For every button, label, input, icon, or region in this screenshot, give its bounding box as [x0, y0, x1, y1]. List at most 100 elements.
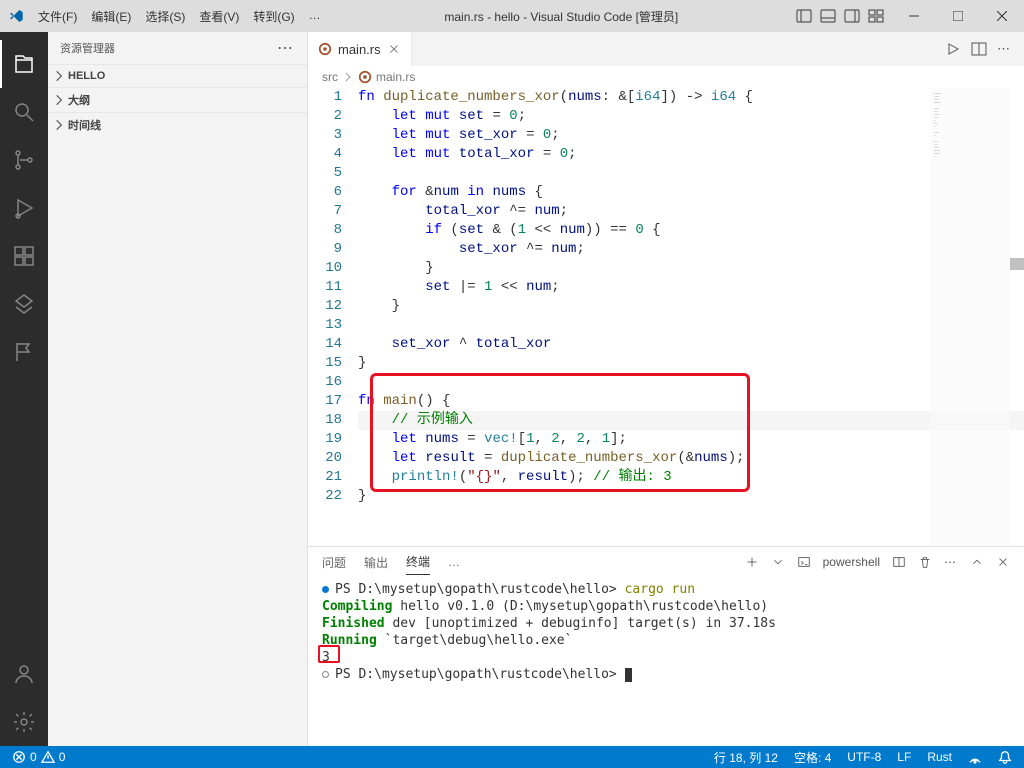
layout-panel-left-icon[interactable] — [796, 8, 812, 24]
menu-bar: 文件(F)编辑(E)选择(S)查看(V)转到(G)… — [32, 4, 327, 29]
activity-account[interactable] — [0, 650, 48, 698]
status-feedback[interactable] — [964, 750, 986, 764]
code-line[interactable] — [358, 373, 1024, 392]
menu-item[interactable]: … — [303, 4, 327, 29]
code-line[interactable]: fn duplicate_numbers_xor(nums: &[i64]) -… — [358, 88, 1024, 107]
sidebar-more-icon[interactable]: ⋯ — [277, 38, 295, 58]
code-line[interactable]: if (set & (1 << num)) == 0 { — [358, 221, 1024, 240]
error-icon — [12, 750, 26, 764]
status-errors[interactable]: 0 0 — [8, 750, 69, 764]
panel-tab[interactable]: 问题 — [322, 550, 346, 575]
main-area: 资源管理器 ⋯ HELLO大纲时间线 main.rs ⋯ src main.rs — [0, 32, 1024, 746]
terminal-shell-label[interactable]: powershell — [823, 555, 880, 569]
code-line[interactable]: } — [358, 487, 1024, 506]
activity-source-control[interactable] — [0, 136, 48, 184]
window-controls — [892, 0, 1024, 32]
terminal-line: PS D:\mysetup\gopath\rustcode\hello> — [322, 666, 1010, 683]
code-line[interactable] — [358, 316, 1024, 335]
terminal-icon[interactable] — [797, 555, 811, 569]
status-language[interactable]: Rust — [923, 750, 956, 764]
split-editor-icon[interactable] — [971, 41, 987, 57]
sidebar-section-header[interactable]: 时间线 — [48, 113, 307, 137]
chevron-up-icon[interactable] — [970, 555, 984, 569]
code-line[interactable]: } — [358, 259, 1024, 278]
menu-item[interactable]: 编辑(E) — [85, 4, 137, 29]
breadcrumb-folder[interactable]: src — [322, 70, 338, 84]
more-icon[interactable]: ⋯ — [997, 41, 1012, 57]
sidebar-section-header[interactable]: HELLO — [48, 65, 307, 87]
code-line[interactable]: println!("{}", result); // 输出: 3 — [358, 468, 1024, 487]
editor-tab-main-rs[interactable]: main.rs — [308, 32, 412, 66]
maximize-button[interactable] — [936, 0, 980, 32]
status-bar: 0 0 行 18, 列 12 空格: 4 UTF-8 LF Rust — [0, 746, 1024, 768]
breadcrumb[interactable]: src main.rs — [308, 66, 1024, 88]
bell-icon — [998, 750, 1012, 764]
code-line[interactable]: fn main() { — [358, 392, 1024, 411]
code-lines[interactable]: fn duplicate_numbers_xor(nums: &[i64]) -… — [358, 88, 1024, 546]
plus-icon[interactable] — [745, 555, 759, 569]
status-warning-count: 0 — [59, 750, 66, 764]
code-line[interactable] — [358, 164, 1024, 183]
activity-remote[interactable] — [0, 280, 48, 328]
close-icon[interactable] — [387, 42, 401, 56]
code-line[interactable]: total_xor ^= num; — [358, 202, 1024, 221]
sidebar-section-header[interactable]: 大纲 — [48, 88, 307, 112]
code-line[interactable]: set_xor ^ total_xor — [358, 335, 1024, 354]
close-button[interactable] — [980, 0, 1024, 32]
status-position[interactable]: 行 18, 列 12 — [710, 749, 782, 766]
code-line[interactable]: let result = duplicate_numbers_xor(&nums… — [358, 449, 1024, 468]
radio-icon — [968, 750, 982, 764]
activity-search[interactable] — [0, 88, 48, 136]
split-icon[interactable] — [892, 555, 906, 569]
breadcrumb-file[interactable]: main.rs — [376, 70, 415, 84]
code-line[interactable]: let mut set = 0; — [358, 107, 1024, 126]
layout-panel-bottom-icon[interactable] — [820, 8, 836, 24]
chevron-right-icon — [52, 93, 66, 107]
run-icon[interactable] — [945, 41, 961, 57]
layout-panel-right-icon[interactable] — [844, 8, 860, 24]
code-line[interactable]: // 示例输入 — [358, 411, 1024, 430]
menu-item[interactable]: 查看(V) — [193, 4, 245, 29]
activity-explorer[interactable] — [0, 40, 48, 88]
code-editor[interactable]: 12345678910111213141516171819202122 fn d… — [308, 88, 1024, 546]
panel-actions: powershell ⋯ — [745, 555, 1010, 569]
code-line[interactable]: set |= 1 << num; — [358, 278, 1024, 297]
activity-run-debug[interactable] — [0, 184, 48, 232]
close-icon[interactable] — [996, 555, 1010, 569]
chevron-down-icon[interactable] — [771, 555, 785, 569]
menu-item[interactable]: 文件(F) — [32, 4, 83, 29]
panel-tab[interactable]: 输出 — [364, 550, 388, 575]
minimap[interactable]: ▬▬▬▬▬▬▬▬▬▬▬▬▬▬▬▬▬▬▬▬▬▬▬▬▬▬▬▬▬▬▬▬▬▬▬▬▬▬▬▬… — [930, 88, 1010, 546]
warning-icon — [41, 750, 55, 764]
minimize-button[interactable] — [892, 0, 936, 32]
chevron-right-icon — [342, 71, 354, 83]
terminal-line: Finished dev [unoptimized + debuginfo] t… — [322, 615, 1010, 632]
editor-tab-bar: main.rs ⋯ — [308, 32, 1024, 66]
sidebar-title: 资源管理器 — [60, 40, 115, 56]
status-notifications[interactable] — [994, 750, 1016, 764]
status-indent[interactable]: 空格: 4 — [790, 749, 835, 766]
title-bar: 文件(F)编辑(E)选择(S)查看(V)转到(G)… main.rs - hel… — [0, 0, 1024, 32]
code-line[interactable]: for &num in nums { — [358, 183, 1024, 202]
menu-item[interactable]: 选择(S) — [139, 4, 191, 29]
code-line[interactable]: let nums = vec![1, 2, 2, 1]; — [358, 430, 1024, 449]
code-line[interactable]: } — [358, 297, 1024, 316]
activity-settings[interactable] — [0, 698, 48, 746]
layout-custom-icon[interactable] — [868, 8, 884, 24]
panel-tab[interactable]: … — [448, 551, 460, 573]
code-line[interactable]: } — [358, 354, 1024, 373]
terminal-output[interactable]: PS D:\mysetup\gopath\rustcode\hello> car… — [308, 577, 1024, 746]
code-line[interactable]: let mut total_xor = 0; — [358, 145, 1024, 164]
code-line[interactable]: let mut set_xor = 0; — [358, 126, 1024, 145]
activity-flag[interactable] — [0, 328, 48, 376]
panel-tab[interactable]: 终端 — [406, 549, 430, 575]
more-icon[interactable]: ⋯ — [944, 555, 958, 569]
status-eol[interactable]: LF — [893, 750, 915, 764]
menu-item[interactable]: 转到(G) — [247, 4, 300, 29]
scrollbar-indicator[interactable] — [1010, 258, 1024, 270]
code-line[interactable]: set_xor ^= num; — [358, 240, 1024, 259]
trash-icon[interactable] — [918, 555, 932, 569]
status-error-count: 0 — [30, 750, 37, 764]
status-encoding[interactable]: UTF-8 — [843, 750, 885, 764]
activity-extensions[interactable] — [0, 232, 48, 280]
